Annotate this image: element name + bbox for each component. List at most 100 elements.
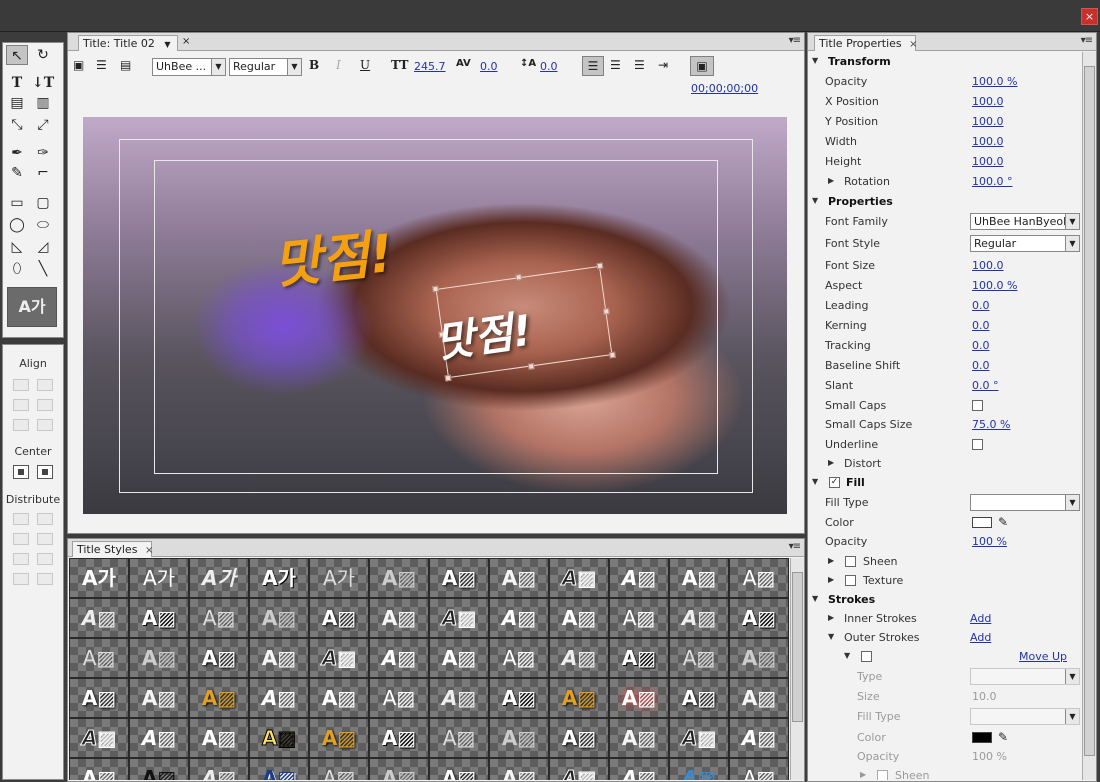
- style-swatch[interactable]: A▨: [309, 758, 369, 780]
- resize-handle[interactable]: [527, 363, 535, 370]
- style-swatch[interactable]: A▨: [129, 758, 189, 780]
- styles-scrollbar[interactable]: [790, 558, 804, 780]
- stroke-sheen-checkbox[interactable]: [877, 770, 888, 780]
- fill-checkbox[interactable]: ✓: [829, 477, 840, 488]
- style-swatch[interactable]: A▨: [609, 758, 669, 780]
- style-swatch[interactable]: A▨: [489, 558, 549, 598]
- rounded-rectangle-tool-icon[interactable]: ◯: [6, 215, 28, 235]
- eyedropper-icon[interactable]: ✎: [998, 515, 1008, 529]
- style-swatch[interactable]: A▨: [669, 758, 729, 780]
- kerning-value[interactable]: 0.0: [972, 319, 990, 332]
- show-background-video-icon[interactable]: ▣: [690, 56, 714, 76]
- style-swatch[interactable]: A▨: [729, 638, 789, 678]
- style-swatch[interactable]: A▨: [429, 558, 489, 598]
- slant-value[interactable]: 0.0 °: [972, 379, 999, 392]
- style-swatch[interactable]: A▨: [609, 678, 669, 718]
- style-swatch[interactable]: A▨: [489, 598, 549, 638]
- delete-anchor-tool-icon[interactable]: ✑: [32, 143, 54, 163]
- stroke-color-swatch[interactable]: [972, 732, 992, 743]
- close-tab-icon[interactable]: ×: [909, 39, 917, 50]
- properties-scrollbar[interactable]: [1082, 52, 1096, 780]
- resize-handle[interactable]: [432, 285, 439, 293]
- expand-arrow-icon[interactable]: ▼: [812, 477, 818, 486]
- style-swatch[interactable]: A▨: [669, 558, 729, 598]
- style-swatch[interactable]: A▨: [729, 718, 789, 758]
- timecode-value[interactable]: 00;00;00;00: [691, 82, 758, 95]
- path-type-tool-icon[interactable]: ⤡: [6, 115, 28, 135]
- leading-value[interactable]: 0.0: [972, 299, 990, 312]
- font-family-dropdown[interactable]: UhBee HanByeol ▼: [970, 213, 1080, 230]
- section-fill[interactable]: ▼ ✓ Fill: [808, 473, 1084, 493]
- font-style-dropdown[interactable]: Regular ▼: [970, 235, 1080, 252]
- style-swatch[interactable]: A▨: [549, 558, 609, 598]
- style-swatch[interactable]: A가: [129, 558, 189, 598]
- style-swatch[interactable]: A▨: [249, 718, 309, 758]
- font-size-value[interactable]: 245.7: [414, 60, 446, 73]
- style-swatch[interactable]: A▨: [549, 678, 609, 718]
- add-inner-stroke-link[interactable]: Add: [970, 612, 991, 625]
- selection-tool-icon[interactable]: ↖: [6, 45, 28, 65]
- center-horizontal-icon[interactable]: [13, 465, 29, 479]
- leading-value[interactable]: 0.0: [540, 60, 558, 73]
- style-swatch[interactable]: A▨: [669, 598, 729, 638]
- style-swatch[interactable]: A▨: [69, 638, 129, 678]
- font-style-dropdown[interactable]: Regular ▼: [229, 58, 302, 76]
- tab-title-styles[interactable]: Title Styles ×: [72, 541, 153, 557]
- kerning-value[interactable]: 0.0: [480, 60, 498, 73]
- expand-arrow-icon[interactable]: ▶: [828, 556, 834, 565]
- style-swatch[interactable]: A▨: [429, 678, 489, 718]
- style-swatch[interactable]: A▨: [369, 598, 429, 638]
- move-up-link[interactable]: Move Up: [1019, 650, 1067, 663]
- templates-icon[interactable]: ▤: [120, 58, 131, 72]
- expand-arrow-icon[interactable]: ▼: [812, 196, 818, 205]
- style-swatch[interactable]: A▨: [189, 718, 249, 758]
- style-swatch[interactable]: A▨: [549, 638, 609, 678]
- center-vertical-icon[interactable]: [37, 465, 53, 479]
- style-swatch[interactable]: A▨: [129, 598, 189, 638]
- style-swatch[interactable]: A▨: [369, 638, 429, 678]
- style-swatch[interactable]: A▨: [429, 718, 489, 758]
- scrollbar-thumb[interactable]: [1084, 66, 1095, 756]
- style-swatch[interactable]: A▨: [369, 758, 429, 780]
- section-properties[interactable]: ▼ Properties: [808, 192, 1084, 212]
- add-anchor-tool-icon[interactable]: ✎: [6, 163, 28, 183]
- style-swatch[interactable]: A▨: [609, 718, 669, 758]
- style-swatch[interactable]: A▨: [249, 598, 309, 638]
- style-swatch[interactable]: A▨: [669, 678, 729, 718]
- aspect-value[interactable]: 100.0 %: [972, 279, 1017, 292]
- fill-opacity-value[interactable]: 100 %: [972, 535, 1007, 548]
- area-type-tool-icon[interactable]: ▤: [6, 93, 28, 113]
- panel-menu-icon[interactable]: ▾≡: [1081, 35, 1093, 46]
- resize-handle[interactable]: [596, 262, 604, 270]
- line-tool-icon[interactable]: ╲: [32, 259, 54, 279]
- style-swatch[interactable]: A▨: [549, 758, 609, 780]
- style-swatch[interactable]: A▨: [309, 638, 369, 678]
- style-swatch[interactable]: A▨: [69, 718, 129, 758]
- style-swatch[interactable]: A▨: [369, 558, 429, 598]
- italic-button[interactable]: I: [336, 58, 341, 72]
- chevron-down-icon[interactable]: ▼: [164, 40, 170, 49]
- stroke-size-value[interactable]: 10.0: [972, 690, 997, 703]
- close-tab-icon[interactable]: ×: [145, 545, 153, 556]
- style-swatch[interactable]: A가: [189, 558, 249, 598]
- font-size-value[interactable]: 100.0: [972, 259, 1004, 272]
- style-swatch[interactable]: A▨: [609, 598, 669, 638]
- resize-handle[interactable]: [444, 374, 452, 382]
- add-outer-stroke-link[interactable]: Add: [970, 631, 991, 644]
- style-swatch[interactable]: A▨: [549, 718, 609, 758]
- rotation-value[interactable]: 100.0 °: [972, 175, 1013, 188]
- expand-arrow-icon[interactable]: ▶: [860, 770, 866, 779]
- section-transform[interactable]: ▼ Transform: [808, 52, 1084, 72]
- style-swatch[interactable]: A▨: [489, 678, 549, 718]
- style-swatch[interactable]: A▨: [489, 638, 549, 678]
- style-swatch[interactable]: A▨: [129, 678, 189, 718]
- small-caps-checkbox[interactable]: [972, 400, 983, 411]
- resize-handle[interactable]: [602, 308, 610, 315]
- style-swatch[interactable]: A▨: [429, 598, 489, 638]
- panel-menu-icon[interactable]: ▾≡: [789, 35, 801, 46]
- clipped-rectangle-tool-icon[interactable]: ▢: [32, 193, 54, 213]
- align-right-text-icon[interactable]: ☰: [634, 58, 645, 72]
- title-text-1[interactable]: 맛점!: [269, 211, 396, 298]
- baseline-shift-value[interactable]: 0.0: [972, 359, 990, 372]
- section-strokes[interactable]: ▼ Strokes: [808, 590, 1084, 610]
